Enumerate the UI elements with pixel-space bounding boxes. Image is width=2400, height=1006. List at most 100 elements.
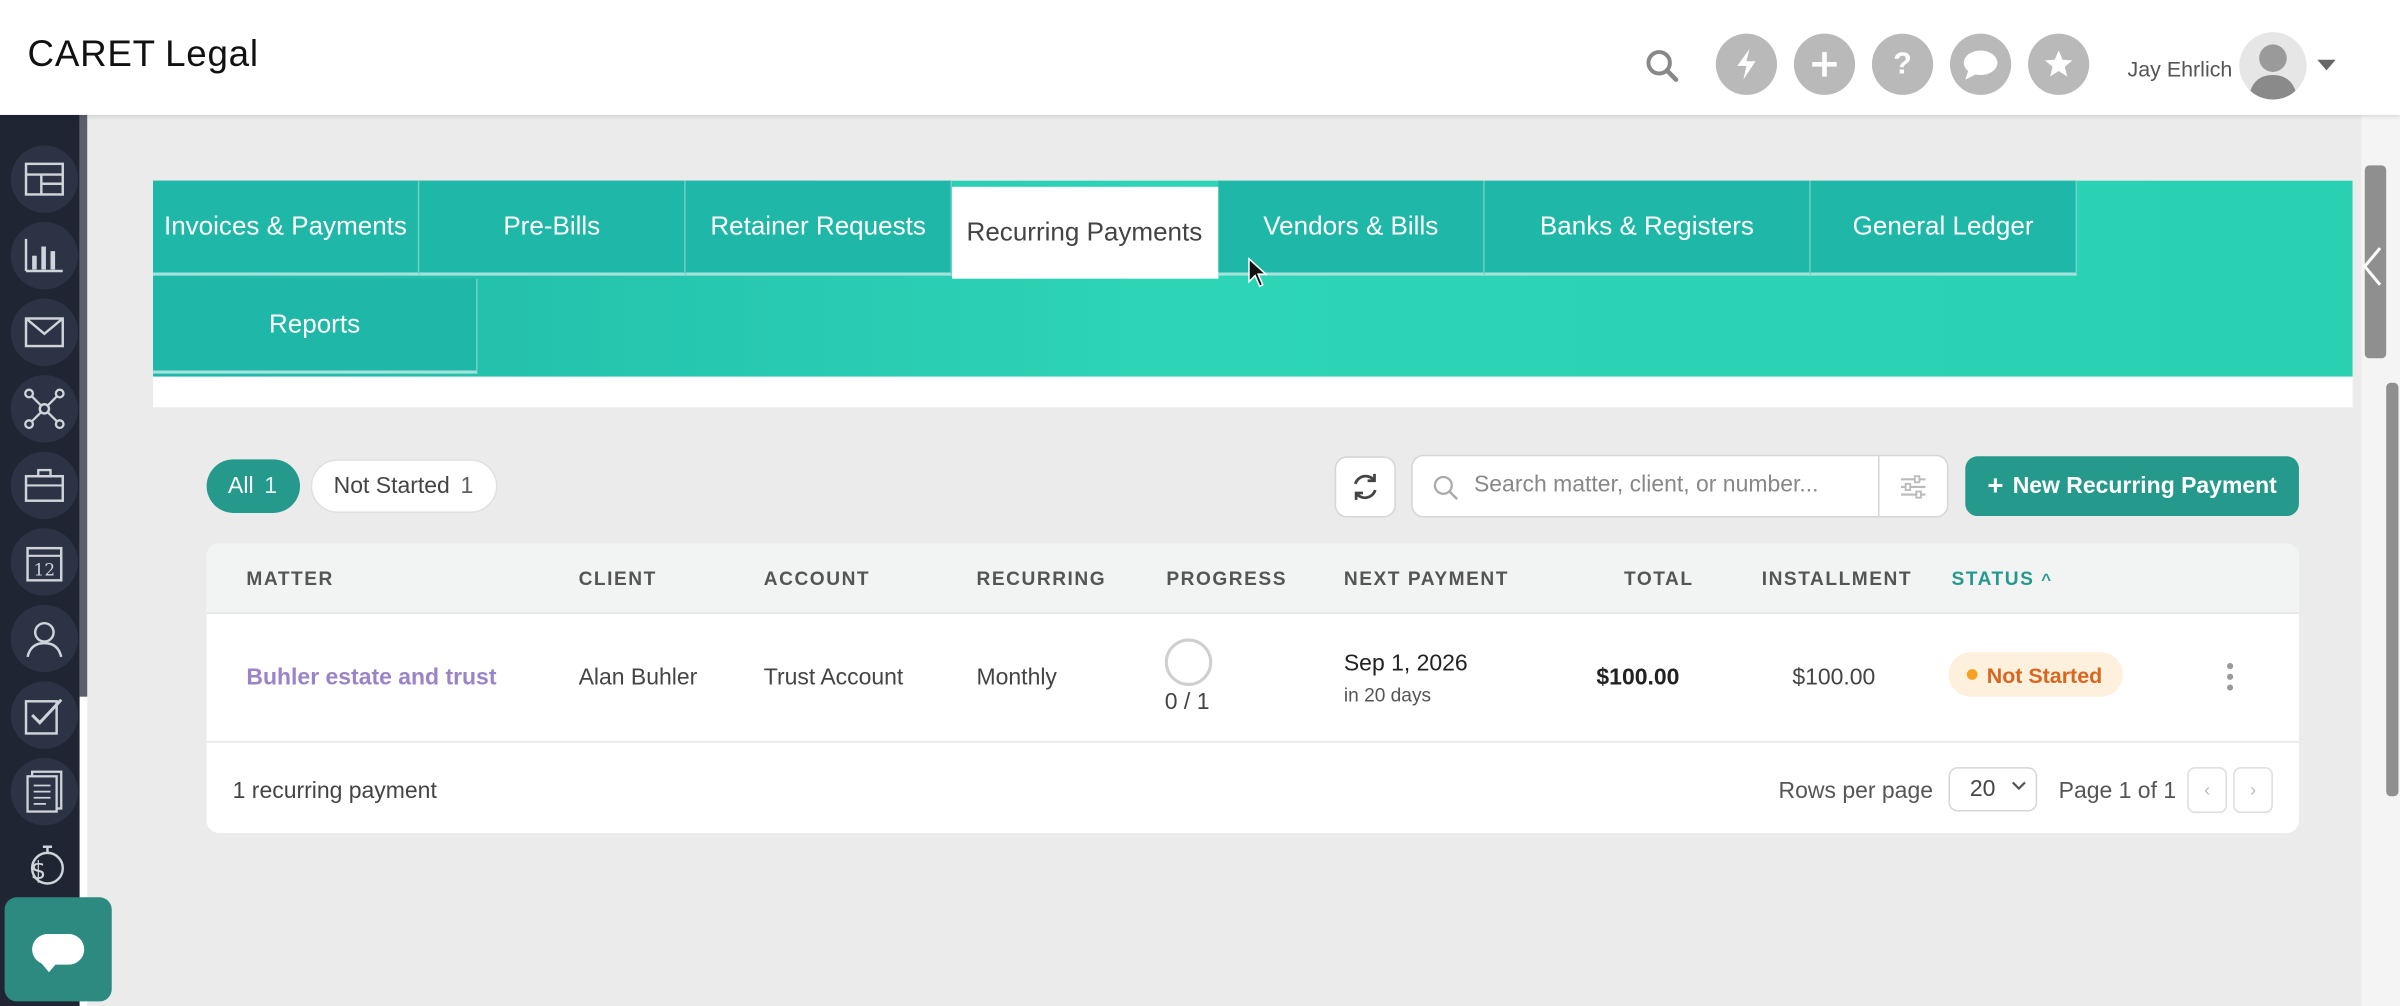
question-icon: ? xyxy=(1893,46,1912,81)
tab-label: Recurring Payments xyxy=(966,217,1203,247)
rows-per-page-select[interactable]: 20 xyxy=(1948,767,2038,812)
search-box xyxy=(1411,454,1880,518)
quick-actions-button[interactable] xyxy=(1715,33,1778,95)
column-header-total[interactable]: TOTAL xyxy=(1624,568,1694,589)
chat-bubble-icon xyxy=(32,934,85,973)
column-header-progress[interactable]: PROGRESS xyxy=(1166,568,1287,589)
user-menu-chevron-down-icon[interactable] xyxy=(2317,59,2336,71)
row-actions-kebab-icon[interactable] xyxy=(2227,663,2234,691)
next-page-button[interactable]: › xyxy=(2233,767,2273,814)
svg-text:12: 12 xyxy=(34,560,55,580)
column-header-account[interactable]: ACCOUNT xyxy=(764,568,870,589)
help-button[interactable]: ? xyxy=(1871,33,1934,95)
page-scrollbar-secondary[interactable] xyxy=(2386,382,2399,797)
previous-page-button[interactable]: ‹ xyxy=(2187,767,2228,814)
chevron-left-icon: ‹ xyxy=(2204,779,2211,801)
recurring-payments-table: MATTER CLIENT ACCOUNT RECURRING PROGRESS… xyxy=(206,543,2299,833)
filter-not-started-count: 1 xyxy=(460,473,474,500)
status-header-label: STATUS xyxy=(1951,568,2035,590)
svg-text:$: $ xyxy=(31,856,47,885)
new-button-label: New Recurring Payment xyxy=(2012,473,2277,500)
search-input[interactable] xyxy=(1473,471,1865,498)
contacts-icon[interactable] xyxy=(14,608,75,669)
avatar[interactable] xyxy=(2239,32,2307,100)
lightning-icon xyxy=(1737,48,1756,80)
tab-pre-bills[interactable]: Pre-Bills xyxy=(419,180,686,276)
tab-retainer-requests[interactable]: Retainer Requests xyxy=(685,180,953,276)
calendar-icon[interactable]: 12 xyxy=(14,531,75,592)
filter-all-pill[interactable]: All 1 xyxy=(206,459,300,513)
tab-reports[interactable]: Reports xyxy=(153,278,478,374)
tab-invoices-payments[interactable]: Invoices & Payments xyxy=(153,180,420,276)
favorites-button[interactable] xyxy=(2028,33,2090,95)
column-header-recurring[interactable]: RECURRING xyxy=(977,568,1107,589)
filter-settings-button[interactable] xyxy=(1878,454,1949,518)
star-icon xyxy=(2044,50,2073,77)
column-header-client[interactable]: CLIENT xyxy=(579,568,657,589)
collapse-panel-chevron-left-icon[interactable] xyxy=(2362,245,2383,299)
plus-icon xyxy=(1812,52,1837,77)
dashboard-icon[interactable] xyxy=(14,149,75,210)
tab-general-ledger[interactable]: General Ledger xyxy=(1810,180,2078,276)
chevron-down-icon xyxy=(2011,778,2026,796)
user-name[interactable]: Jay Ehrlich xyxy=(2128,57,2233,81)
status-dot-icon xyxy=(1966,669,1978,680)
recurring-cell: Monthly xyxy=(976,664,1057,691)
filter-all-label: All xyxy=(228,473,254,500)
table-header: MATTER CLIENT ACCOUNT RECURRING PROGRESS… xyxy=(206,543,2299,615)
column-header-installment[interactable]: INSTALLMENT xyxy=(1762,568,1912,589)
documents-icon[interactable] xyxy=(14,761,75,822)
tasks-icon[interactable] xyxy=(14,684,75,745)
tab-label: Vendors & Bills xyxy=(1263,211,1439,241)
rows-per-page-value: 20 xyxy=(1969,776,1996,803)
tab-label: General Ledger xyxy=(1852,211,2034,241)
messages-button[interactable] xyxy=(1949,33,2012,95)
network-icon[interactable] xyxy=(14,378,75,439)
matter-link[interactable]: Buhler estate and trust xyxy=(246,665,496,691)
page-indicator: Page 1 of 1 xyxy=(2058,777,2177,804)
logo-brand: CARET xyxy=(27,33,156,76)
top-bar: CARET Legal ? Jay Ehrlich xyxy=(0,0,2400,115)
left-nav: 12 $ xyxy=(0,114,80,1006)
bar-chart-icon[interactable] xyxy=(14,225,75,286)
status-label: Not Started xyxy=(1986,662,2103,687)
chevron-right-icon: › xyxy=(2249,779,2257,801)
rows-per-page-label: Rows per page xyxy=(1778,777,1934,804)
logo-product: Legal xyxy=(165,33,259,76)
sliders-icon xyxy=(1901,474,1926,498)
refresh-icon xyxy=(1354,473,1377,500)
app-logo[interactable]: CARET Legal xyxy=(28,34,259,77)
filter-not-started-pill[interactable]: Not Started 1 xyxy=(310,459,498,513)
column-header-matter[interactable]: MATTER xyxy=(246,568,333,589)
column-header-next-payment[interactable]: NEXT PAYMENT xyxy=(1344,568,1509,589)
filter-all-count: 1 xyxy=(264,473,278,500)
left-nav-scrollbar[interactable] xyxy=(79,114,88,697)
total-cell: $100.00 xyxy=(1596,664,1680,691)
add-button[interactable] xyxy=(1793,33,1856,95)
client-cell: Alan Buhler xyxy=(578,664,698,691)
tab-recurring-payments[interactable]: Recurring Payments xyxy=(952,186,1219,279)
time-billing-icon[interactable]: $ xyxy=(14,835,75,896)
tab-label: Invoices & Payments xyxy=(163,211,407,241)
briefcase-icon[interactable] xyxy=(14,455,75,516)
installment-cell: $100.00 xyxy=(1792,664,1876,691)
tab-label: Banks & Registers xyxy=(1539,211,1754,241)
column-header-status[interactable]: STATUS ^ xyxy=(1952,568,2053,589)
tab-banks-registers[interactable]: Banks & Registers xyxy=(1484,180,1811,276)
table-row[interactable]: Buhler estate and trust Alan Buhler Trus… xyxy=(206,614,2299,743)
tab-content-strip xyxy=(153,376,2353,408)
status-badge: Not Started xyxy=(1948,652,2123,697)
progress-text: 0 / 1 xyxy=(1164,689,1210,716)
next-payment-relative: in 20 days xyxy=(1343,684,1432,706)
chat-widget-button[interactable] xyxy=(4,897,112,1002)
filter-not-started-label: Not Started xyxy=(333,473,450,500)
account-cell: Trust Account xyxy=(763,664,904,691)
mail-icon[interactable] xyxy=(14,302,75,363)
chat-icon xyxy=(1963,50,1998,80)
search-icon[interactable] xyxy=(1644,47,1681,84)
refresh-button[interactable] xyxy=(1334,456,1396,518)
tab-label: Reports xyxy=(268,309,361,339)
progress-ring xyxy=(1164,638,1213,686)
new-recurring-payment-button[interactable]: + New Recurring Payment xyxy=(1965,456,2299,517)
tab-label: Retainer Requests xyxy=(710,211,926,241)
